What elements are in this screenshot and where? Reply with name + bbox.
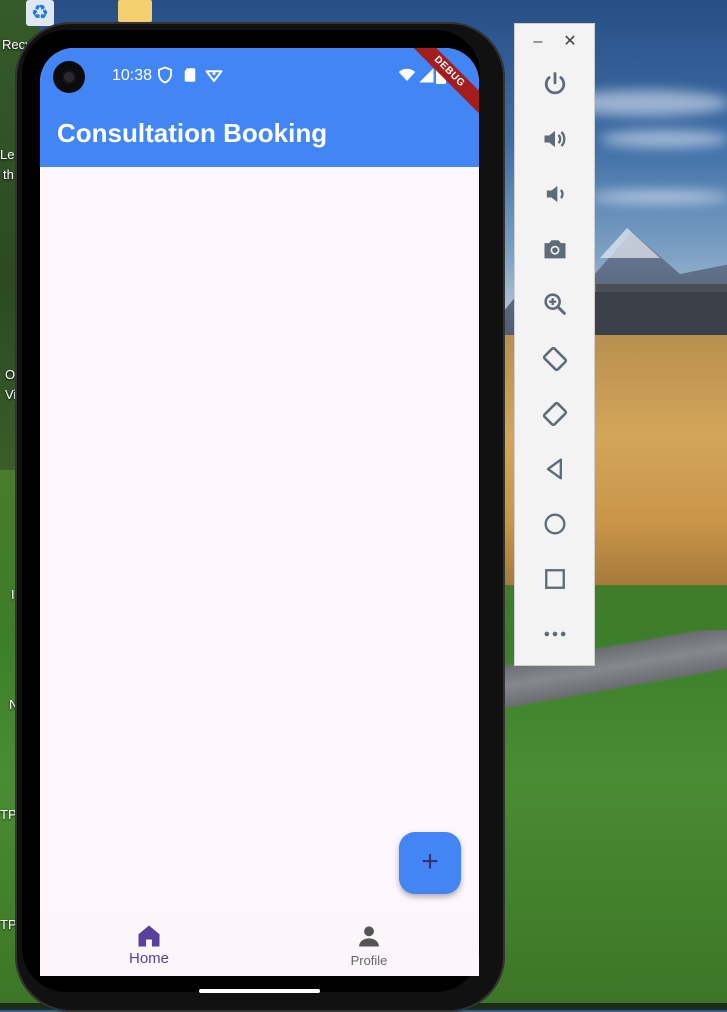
- camera-icon: [544, 240, 566, 259]
- status-time: 10:38: [112, 67, 153, 84]
- overview-button[interactable]: [537, 561, 573, 597]
- wallpaper-cloud: [590, 190, 727, 204]
- rotate-left-icon: [542, 346, 568, 372]
- gesture-home-bar[interactable]: [199, 989, 320, 993]
- camera-lens: [64, 72, 74, 82]
- more-button[interactable]: [537, 616, 573, 652]
- signal-icon: [417, 66, 435, 84]
- app-bar: 10:38 Consultation Booking DEBUG: [40, 48, 479, 167]
- volume-down-icon: [546, 185, 564, 203]
- power-button[interactable]: [537, 66, 573, 102]
- shield-icon: [156, 66, 174, 84]
- back-icon: [546, 458, 562, 480]
- nav-item-home[interactable]: Home: [89, 913, 209, 976]
- wifi-icon: [398, 66, 416, 84]
- volume-up-icon: [544, 130, 566, 148]
- back-button[interactable]: [537, 451, 573, 487]
- folder-icon[interactable]: [118, 0, 152, 22]
- desktop-label[interactable]: th: [3, 167, 14, 182]
- front-camera: [53, 61, 85, 93]
- home-circle-icon: [544, 513, 566, 535]
- desktop-label[interactable]: O: [5, 367, 15, 382]
- minimize-button[interactable]: –: [531, 32, 545, 52]
- add-booking-button[interactable]: +: [399, 832, 461, 894]
- bottom-navigation: Home Profile: [40, 913, 479, 976]
- screenshot-button[interactable]: [537, 231, 573, 267]
- home-button[interactable]: [537, 506, 573, 542]
- volume-down-button[interactable]: [537, 176, 573, 212]
- sd-card-icon: [181, 66, 199, 84]
- nav-item-profile[interactable]: Profile: [309, 913, 429, 976]
- nav-label-profile: Profile: [350, 953, 388, 968]
- rotate-right-icon: [542, 401, 568, 427]
- more-icon: [544, 631, 566, 637]
- debug-banner: DEBUG: [400, 48, 479, 121]
- wallpaper-cloud: [600, 130, 727, 148]
- toolbar-window-controls: – ✕: [515, 32, 595, 52]
- emulator-toolbar: – ✕: [514, 23, 595, 666]
- vpn-icon: [205, 66, 223, 84]
- person-icon: [355, 922, 383, 950]
- phone-screen: 10:38 Consultation Booking DEBUG + Home …: [40, 48, 479, 976]
- overview-icon: [545, 569, 565, 589]
- volume-up-button[interactable]: [537, 121, 573, 157]
- power-icon: [544, 72, 566, 95]
- home-icon: [135, 922, 163, 950]
- zoom-button[interactable]: [537, 286, 573, 322]
- rotate-right-button[interactable]: [537, 396, 573, 432]
- recycle-bin-icon[interactable]: ♻: [26, 0, 54, 26]
- zoom-icon: [544, 293, 566, 315]
- desktop-label[interactable]: Le: [0, 147, 14, 162]
- add-icon: +: [421, 845, 439, 878]
- close-button[interactable]: ✕: [563, 32, 577, 52]
- nav-label-home: Home: [128, 950, 169, 967]
- page-title: Consultation Booking: [57, 118, 328, 148]
- rotate-left-button[interactable]: [537, 341, 573, 377]
